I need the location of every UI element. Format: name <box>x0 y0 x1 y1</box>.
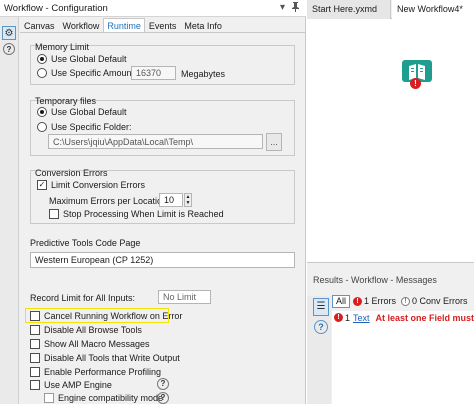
show-macro-text: Show All Macro Messages <box>44 339 150 349</box>
tab-canvas[interactable]: Canvas <box>20 18 59 33</box>
memory-global-option[interactable]: Use Global Default <box>37 54 127 64</box>
temp-specific-text: Use Specific Folder: <box>51 122 132 132</box>
limit-conversion-checkbox[interactable]: ✓ <box>37 180 47 190</box>
stop-processing-option[interactable]: Stop Processing When Limit is Reached <box>49 209 224 219</box>
conversion-error-icon: ! <box>401 296 411 306</box>
help-icon[interactable]: ? <box>157 378 169 390</box>
record-limit-input[interactable]: No Limit <box>158 290 211 304</box>
record-limit-label: Record Limit for All Inputs: <box>30 293 136 303</box>
results-filter-bar: All ! 1 Errors ! 0 Conv Errors <box>332 294 474 308</box>
memory-amount-input[interactable]: 16370 <box>131 66 176 80</box>
code-page-value: Western European (CP 1252) <box>35 255 154 265</box>
help-icon[interactable]: ? <box>157 392 169 404</box>
use-amp-option[interactable]: Use AMP Engine <box>30 380 112 390</box>
temp-global-text: Use Global Default <box>51 107 127 117</box>
help-icon[interactable]: ? <box>314 320 328 334</box>
temp-files-label: Temporary files <box>35 96 97 106</box>
chevron-down-icon[interactable]: ▾ <box>280 2 285 15</box>
memory-specific-text: Use Specific Amount: <box>51 68 137 78</box>
engine-compat-option[interactable]: Engine compatibility mode <box>44 393 163 403</box>
error-icon: ! <box>353 296 363 306</box>
memory-specific-option[interactable]: Use Specific Amount: <box>37 68 137 78</box>
memory-limit-label: Memory Limit <box>35 42 90 52</box>
config-tabs: Canvas Workflow Runtime Events Meta Info <box>20 18 226 33</box>
cancel-on-error-text: Cancel Running Workflow on Error <box>44 311 183 321</box>
error-icon: ! <box>334 313 343 322</box>
stop-processing-text: Stop Processing When Limit is Reached <box>63 209 224 219</box>
pin-icon[interactable] <box>291 2 300 15</box>
message-text: At least one Field must be s <box>375 312 474 323</box>
cancel-on-error-checkbox[interactable] <box>30 311 40 321</box>
results-body <box>332 324 474 404</box>
doc-tab-new-workflow[interactable]: New Workflow4* <box>392 0 474 19</box>
message-tool-link[interactable]: Text <box>353 313 370 323</box>
tab-divider <box>20 32 305 33</box>
use-amp-checkbox[interactable] <box>30 380 40 390</box>
enable-profiling-option[interactable]: Enable Performance Profiling <box>30 367 161 377</box>
tab-events[interactable]: Events <box>145 18 181 33</box>
disable-output-option[interactable]: Disable All Tools that Write Output <box>30 353 180 363</box>
help-icon[interactable]: ? <box>3 43 15 55</box>
engine-compat-checkbox[interactable] <box>44 393 54 403</box>
temp-specific-radio[interactable] <box>37 122 47 132</box>
tab-runtime[interactable]: Runtime <box>103 18 145 33</box>
panel-title: Workflow - Configuration <box>4 3 108 14</box>
use-amp-text: Use AMP Engine <box>44 380 112 390</box>
disable-output-checkbox[interactable] <box>30 353 40 363</box>
gear-icon[interactable]: ⚙ <box>2 26 16 40</box>
limit-conversion-text: Limit Conversion Errors <box>51 180 146 190</box>
temp-folder-input[interactable]: C:\Users\jqiu\AppData\Local\Temp\ <box>48 134 263 149</box>
disable-browse-text: Disable All Browse Tools <box>44 325 142 335</box>
document-tabs: Start Here.yxmd New Workflow4* <box>307 0 474 19</box>
error-icon: ! <box>410 78 421 89</box>
message-row[interactable]: ! 1 Text At least one Field must be s <box>332 311 474 324</box>
disable-output-text: Disable All Tools that Write Output <box>44 353 180 363</box>
configuration-panel: Workflow - Configuration ▾ ⚙ ? Canvas Wo… <box>0 0 306 404</box>
max-errors-label: Maximum Errors per Location: <box>49 196 170 206</box>
tab-workflow[interactable]: Workflow <box>59 18 104 33</box>
results-title: Results - Workflow - Messages <box>313 275 437 285</box>
memory-global-radio[interactable] <box>37 54 47 64</box>
conv-errors-filter[interactable]: 0 Conv Errors <box>412 296 468 306</box>
temp-global-option[interactable]: Use Global Default <box>37 107 127 117</box>
workflow-canvas[interactable] <box>307 19 474 262</box>
errors-filter[interactable]: 1 Errors <box>364 296 396 306</box>
enable-profiling-checkbox[interactable] <box>30 367 40 377</box>
memory-specific-radio[interactable] <box>37 68 47 78</box>
browse-folder-button[interactable]: ... <box>266 133 282 151</box>
disable-browse-checkbox[interactable] <box>30 325 40 335</box>
show-macro-option[interactable]: Show All Macro Messages <box>30 339 150 349</box>
max-errors-stepper[interactable]: ▲ ▼ <box>184 193 192 207</box>
conversion-errors-label: Conversion Errors <box>35 168 108 178</box>
memory-unit: Megabytes <box>181 69 226 79</box>
engine-compat-text: Engine compatibility mode <box>58 393 164 403</box>
panel-title-bar: Workflow - Configuration ▾ <box>0 0 306 17</box>
temp-specific-option[interactable]: Use Specific Folder: <box>37 122 132 132</box>
panel-side-strip: ⚙ ? <box>0 17 19 404</box>
memory-global-text: Use Global Default <box>51 54 127 64</box>
code-page-select[interactable]: Western European (CP 1252) <box>30 252 295 268</box>
list-view-icon[interactable]: ☰ <box>313 298 329 316</box>
disable-browse-option[interactable]: Disable All Browse Tools <box>30 325 142 335</box>
message-tool-id: 1 <box>345 312 351 323</box>
limit-conversion-option[interactable]: ✓ Limit Conversion Errors <box>37 180 145 190</box>
cancel-on-error-option[interactable]: Cancel Running Workflow on Error <box>30 311 182 321</box>
show-macro-checkbox[interactable] <box>30 339 40 349</box>
predictive-label: Predictive Tools Code Page <box>30 238 141 248</box>
panel-actions: ▾ <box>280 2 300 15</box>
doc-tab-start-here[interactable]: Start Here.yxmd <box>307 0 391 19</box>
enable-profiling-text: Enable Performance Profiling <box>44 367 162 377</box>
tab-meta-info[interactable]: Meta Info <box>180 18 226 33</box>
temp-global-radio[interactable] <box>37 107 47 117</box>
filter-all-button[interactable]: All <box>332 294 351 308</box>
stop-processing-checkbox[interactable] <box>49 209 59 219</box>
max-errors-input[interactable]: 10 <box>159 193 183 207</box>
